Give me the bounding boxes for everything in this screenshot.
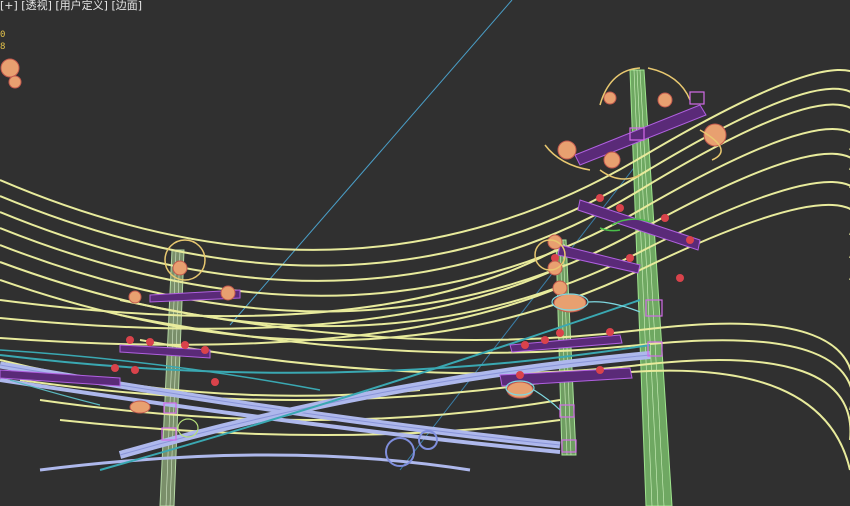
stat-line-1: 0: [0, 30, 6, 40]
3d-viewport[interactable]: [+] [透视] [用户定义] [边面] 0 8: [0, 0, 850, 506]
viewport-label[interactable]: [+] [透视] [用户定义] [边面]: [0, 0, 142, 13]
stat-line-2: 8: [0, 42, 6, 52]
pole-left: [159, 249, 185, 506]
wireframe-scene[interactable]: [0, 0, 850, 506]
